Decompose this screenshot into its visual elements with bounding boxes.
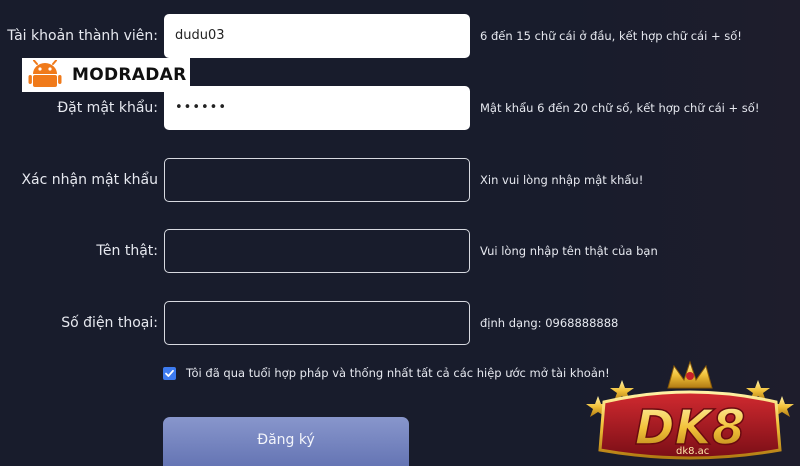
phone-hint: định dạng: 0968888888	[480, 316, 619, 330]
confirm-password-input[interactable]	[164, 158, 470, 202]
confirm-password-row: Xác nhận mật khẩu Xin vui lòng nhập mật …	[0, 158, 800, 202]
agree-checkbox[interactable]	[163, 366, 176, 380]
android-icon	[28, 60, 62, 87]
watermark-text: MODRADAR	[72, 65, 187, 85]
check-icon	[165, 369, 174, 377]
crown-icon	[667, 360, 713, 389]
password-hint: Mật khẩu 6 đến 20 chữ số, kết hợp chữ cá…	[480, 101, 760, 115]
username-row: Tài khoản thành viên: dudu03 6 đến 15 ch…	[0, 14, 800, 58]
password-row: Đặt mật khẩu: •••••• Mật khẩu 6 đến 20 c…	[0, 86, 800, 130]
real-name-input[interactable]	[164, 229, 470, 273]
watermark-logo: MODRADAR	[22, 58, 190, 92]
username-hint: 6 đến 15 chữ cái ở đầu, kết hợp chữ cái …	[480, 29, 742, 43]
dk8-logo-subtext: dk8.ac	[676, 446, 710, 457]
username-label: Tài khoản thành viên:	[7, 28, 158, 44]
phone-input[interactable]	[164, 301, 470, 345]
register-button[interactable]: Đăng ký	[163, 417, 409, 466]
confirm-password-hint: Xin vui lòng nhập mật khẩu!	[480, 173, 644, 187]
phone-label: Số điện thoại:	[61, 315, 158, 331]
real-name-label: Tên thật:	[96, 243, 158, 259]
real-name-row: Tên thật: Vui lòng nhập tên thật của bạn	[0, 229, 800, 273]
agree-terms: Tôi đã qua tuổi hợp pháp và thống nhất t…	[163, 363, 610, 383]
agree-text: Tôi đã qua tuổi hợp pháp và thống nhất t…	[186, 366, 610, 380]
password-label: Đặt mật khẩu:	[57, 100, 158, 116]
password-input[interactable]: ••••••	[164, 86, 470, 130]
username-input[interactable]: dudu03	[164, 14, 470, 58]
real-name-hint: Vui lòng nhập tên thật của bạn	[480, 244, 658, 258]
phone-row: Số điện thoại: định dạng: 0968888888	[0, 301, 800, 345]
confirm-password-label: Xác nhận mật khẩu	[21, 172, 158, 188]
